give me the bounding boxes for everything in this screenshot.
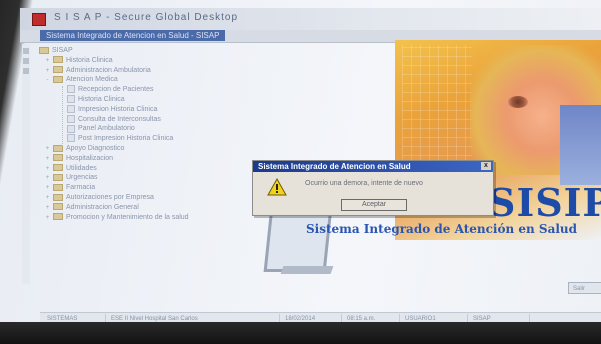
folder-icon [53, 66, 63, 74]
folder-icon [53, 154, 63, 162]
tree-item-label: Administracion General [66, 203, 139, 211]
warning-dialog: Sistema Integrado de Atencion en Salud x… [252, 160, 494, 216]
window-title: S I S A P - Secure Global Desktop [54, 12, 239, 23]
document-icon [67, 134, 75, 143]
tree-item-label: Apoyo Diagnostico [66, 144, 125, 152]
window-title-bar[interactable]: S I S A P - Secure Global Desktop [20, 8, 601, 31]
navigation-tree: SISAP + Historia Clinica + Administracion Am… [30, 46, 270, 222]
document-icon [67, 95, 75, 104]
expand-icon[interactable]: + [44, 214, 51, 224]
folder-icon [53, 193, 63, 201]
screen: S I S A P - Secure Global Desktop Sistem… [0, 0, 601, 344]
tree-item-label: Historia Clinica [78, 95, 125, 103]
tree-item[interactable]: + Administracion General [30, 203, 270, 213]
splash-eye-image [508, 96, 528, 108]
dialog-message: Ocurrio una demora, intente de nuevo [305, 180, 423, 187]
tree-item-label: Consulta de Interconsultas [78, 115, 161, 123]
left-control-strip [22, 44, 30, 284]
brand-tagline: Sistema Integrado de Atención en Salud [306, 222, 578, 236]
tree-item[interactable]: + Autorizaciones por Empresa [30, 193, 270, 203]
tree-item[interactable]: Consulta de Interconsultas [30, 114, 270, 125]
folder-icon [53, 213, 63, 221]
brand-logo-text: SISIP [488, 180, 601, 225]
tree-item-label: Hospitalizacion [66, 154, 114, 162]
tree-item-label: Post Impresion Historia Clinica [78, 135, 174, 143]
tree-item-label: Recepcion de Pacientes [78, 86, 154, 94]
strip-mark [23, 58, 29, 64]
tree-item[interactable]: + Urgencias [30, 173, 270, 183]
tree-item[interactable]: - Atencion Medica [30, 75, 270, 85]
document-icon [67, 85, 75, 94]
tree-item[interactable]: + Historia Clinica [30, 56, 270, 66]
tree-item-label: Panel Ambulatorio [78, 125, 135, 133]
dialog-title: Sistema Integrado de Atencion en Salud [258, 162, 411, 171]
app-icon [32, 13, 46, 26]
strip-mark [23, 68, 29, 74]
folder-icon [53, 56, 63, 64]
accept-button[interactable]: Aceptar [341, 199, 407, 211]
monitor-base-illustration [280, 266, 334, 274]
tree-item[interactable]: + Promocion y Mantenimiento de la salud [30, 213, 270, 223]
tree-item[interactable]: Historia Clinica [30, 95, 270, 105]
folder-icon [53, 164, 63, 172]
tree-item[interactable]: Impresion Historia Clinica [30, 104, 270, 115]
tree-item[interactable]: Recepcion de Pacientes [30, 85, 270, 95]
monitor-bezel [0, 322, 601, 344]
tree-item-label: Impresion Historia Clinica [78, 105, 158, 113]
document-icon [67, 124, 75, 133]
folder-icon [53, 174, 63, 182]
path-label: Sistema Integrado de Atencion en Salud -… [40, 30, 226, 41]
tree-connector-line [62, 86, 63, 146]
dialog-title-bar[interactable]: Sistema Integrado de Atencion en Salud x [253, 161, 493, 172]
tree-item[interactable]: + Apoyo Diagnostico [30, 144, 270, 154]
document-icon [67, 104, 75, 113]
warning-icon [267, 178, 287, 196]
exit-button[interactable]: Salir [568, 282, 601, 294]
tree-item[interactable]: Panel Ambulatorio [30, 124, 270, 134]
tree-item[interactable]: + Farmacia [30, 183, 270, 193]
tree-item-label: Urgencias [66, 174, 98, 182]
tree-item-label: Administracion Ambulatoria [66, 66, 151, 74]
tree-item[interactable]: + Administracion Ambulatoria [30, 66, 270, 76]
tree-item-label: Autorizaciones por Empresa [66, 193, 154, 201]
tree-item-label: Atencion Medica [66, 76, 118, 84]
tree-item-label: Promocion y Mantenimiento de la salud [66, 213, 189, 221]
folder-icon [53, 183, 63, 191]
tree-item-label: Farmacia [66, 184, 96, 192]
tree-item-label: Utilidades [66, 164, 97, 172]
tree-item[interactable]: Post Impresion Historia Clinica [30, 134, 270, 144]
tree-item[interactable]: + Hospitalizacion [30, 154, 270, 164]
splash-blue-panel [560, 105, 601, 185]
folder-icon [53, 76, 63, 84]
strip-mark [23, 48, 29, 54]
document-icon [67, 114, 75, 123]
tree-item[interactable]: SISAP [30, 46, 270, 56]
tree-item-label: SISAP [52, 47, 73, 54]
tree-item[interactable]: + Utilidades [30, 164, 270, 174]
tree-item-label: Historia Clinica [66, 56, 113, 64]
splash-grid-pattern [402, 45, 472, 165]
close-icon[interactable]: x [481, 162, 491, 170]
folder-icon [53, 203, 63, 211]
folder-icon [39, 46, 49, 54]
